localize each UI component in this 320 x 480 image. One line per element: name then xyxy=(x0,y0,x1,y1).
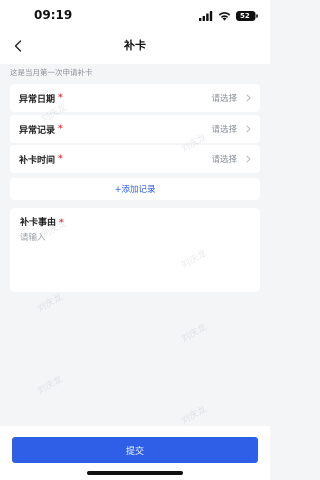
watermark: 刘庆龙 xyxy=(36,374,65,397)
wifi-icon xyxy=(218,12,231,21)
reason-card: 补卡事由 * xyxy=(10,208,260,292)
field-label: 异常记录 xyxy=(19,125,56,136)
field-label: 补卡事由 xyxy=(20,218,57,228)
reason-input[interactable] xyxy=(20,231,248,285)
reissue-time-card: 补卡时间 * 请选择 xyxy=(10,145,260,173)
abnormal-record-card: 异常记录 * 请选择 xyxy=(10,115,260,143)
nav-bar: 补卡 xyxy=(0,32,270,60)
required-mark: * xyxy=(59,218,64,228)
battery-level: 52 xyxy=(240,12,250,20)
required-mark: * xyxy=(58,124,63,134)
field-value: 请选择 xyxy=(211,94,237,104)
abnormal-record-field[interactable]: 异常记录 * 请选择 xyxy=(10,115,260,143)
watermark: 刘庆龙 xyxy=(36,292,65,315)
chevron-right-icon xyxy=(246,155,251,163)
chevron-right-icon xyxy=(246,94,251,102)
required-mark: * xyxy=(58,154,63,164)
field-value: 请选择 xyxy=(211,125,237,135)
home-indicator xyxy=(87,471,183,475)
bottom-bar: 提交 xyxy=(0,426,270,480)
header: 09:19 52 补卡 xyxy=(0,0,270,64)
field-label: 异常日期 xyxy=(19,94,56,105)
abnormal-date-field[interactable]: 异常日期 * 请选择 xyxy=(10,84,260,112)
add-record-button[interactable]: +添加记录 xyxy=(10,178,260,200)
submit-button[interactable]: 提交 xyxy=(12,437,258,463)
reissue-card-screen: 09:19 52 补卡 这是当月第一次申请补卡 异常日期 * 请选择 异常记录 … xyxy=(0,0,270,480)
status-icons: 52 xyxy=(199,10,258,22)
reissue-time-field[interactable]: 补卡时间 * 请选择 xyxy=(10,145,260,173)
field-value: 请选择 xyxy=(211,155,237,165)
status-time: 09:19 xyxy=(34,8,73,22)
status-bar: 09:19 52 xyxy=(0,0,270,32)
required-mark: * xyxy=(58,93,63,103)
signal-icon xyxy=(199,11,213,21)
abnormal-date-card: 异常日期 * 请选择 xyxy=(10,84,260,112)
page-title: 补卡 xyxy=(124,39,146,52)
reason-label: 补卡事由 * xyxy=(20,215,64,228)
watermark: 刘庆龙 xyxy=(180,322,209,345)
battery-icon: 52 xyxy=(236,11,258,21)
first-request-hint: 这是当月第一次申请补卡 xyxy=(10,68,93,77)
chevron-right-icon xyxy=(246,125,251,133)
field-label: 补卡时间 xyxy=(19,155,56,166)
watermark: 刘庆龙 xyxy=(180,404,209,427)
